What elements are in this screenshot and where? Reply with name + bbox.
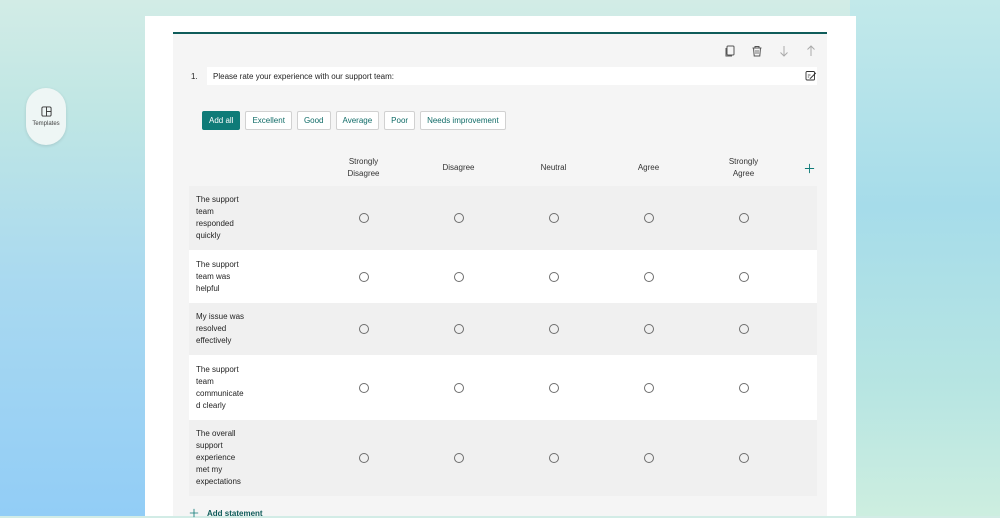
question-text: Please rate your experience with our sup…	[213, 71, 394, 81]
statement-label[interactable]: The support team responded quickly	[189, 194, 316, 242]
table-row: My issue was resolved effectively	[189, 303, 817, 355]
statement-label[interactable]: The overall support experience met my expect…	[189, 428, 316, 488]
radio-option[interactable]	[358, 453, 369, 463]
question-number: 1.	[191, 71, 198, 81]
needs-improvement-chip[interactable]: Needs improvement	[420, 111, 506, 130]
radio-option[interactable]	[643, 382, 654, 393]
add-column-icon[interactable]	[804, 163, 815, 174]
radio-option[interactable]	[738, 271, 749, 282]
templates-icon	[40, 106, 52, 117]
radio-option[interactable]	[548, 324, 559, 334]
copy-button[interactable]	[721, 42, 738, 59]
question-text-input[interactable]: Please rate your experience with our sup…	[207, 67, 817, 85]
radio-option[interactable]	[738, 324, 749, 334]
radio-option[interactable]	[358, 324, 369, 334]
option-chips: Add all Excellent Good Average Poor Need…	[202, 111, 506, 130]
add-statement-button[interactable]: Add statement	[189, 508, 263, 518]
column-disagree[interactable]: Disagree	[411, 162, 506, 174]
radio-option[interactable]	[548, 213, 559, 223]
move-down-button[interactable]	[775, 42, 792, 59]
edit-note-icon[interactable]	[805, 70, 817, 82]
radio-option[interactable]	[453, 271, 464, 282]
move-up-button[interactable]	[802, 42, 819, 59]
radio-option[interactable]	[548, 453, 559, 463]
column-strongly-agree[interactable]: Strongly Agree	[696, 156, 791, 180]
templates-button[interactable]: Templates	[26, 88, 66, 145]
radio-option[interactable]	[453, 382, 464, 393]
radio-option[interactable]	[643, 324, 654, 334]
question-row: 1. Please rate your experience with our …	[187, 67, 817, 85]
delete-icon	[752, 45, 761, 56]
column-strongly-disagree[interactable]: Strongly Disagree	[316, 156, 411, 180]
question-toolbar	[721, 42, 819, 59]
table-row: The overall support experience met my expect…	[189, 420, 817, 496]
statement-label[interactable]: The support team was helpful	[189, 259, 316, 295]
radio-option[interactable]	[643, 453, 654, 463]
add-all-chip[interactable]: Add all	[202, 111, 241, 130]
copy-icon	[725, 45, 734, 56]
radio-option[interactable]	[548, 382, 559, 393]
statement-label[interactable]: My issue was resolved effectively	[189, 311, 316, 347]
column-agree[interactable]: Agree	[601, 162, 696, 174]
radio-option[interactable]	[358, 382, 369, 393]
radio-option[interactable]	[358, 271, 369, 282]
radio-option[interactable]	[643, 271, 654, 282]
radio-option[interactable]	[738, 382, 749, 393]
radio-option[interactable]	[453, 453, 464, 463]
likert-table: Strongly Disagree Disagree Neutral Agree…	[189, 150, 817, 496]
radio-option[interactable]	[643, 213, 654, 223]
plus-icon	[189, 508, 199, 518]
radio-option[interactable]	[548, 271, 559, 282]
statement-label[interactable]: The support team communicate d clearly	[189, 364, 316, 412]
radio-option[interactable]	[358, 213, 369, 223]
background-right	[850, 0, 1000, 516]
poor-chip[interactable]: Poor	[384, 111, 416, 130]
move-down-icon	[779, 45, 788, 57]
table-row: The support team communicate d clearly	[189, 355, 817, 420]
radio-option[interactable]	[738, 453, 749, 463]
table-row: The support team was helpful	[189, 250, 817, 303]
form-card: 1. Please rate your experience with our …	[145, 16, 856, 518]
average-chip[interactable]: Average	[335, 111, 380, 130]
likert-header: Strongly Disagree Disagree Neutral Agree…	[189, 150, 817, 186]
radio-option[interactable]	[453, 324, 464, 334]
table-row: The support team responded quickly	[189, 186, 817, 250]
question-card: 1. Please rate your experience with our …	[173, 34, 827, 518]
good-chip[interactable]: Good	[296, 111, 331, 130]
add-statement-label: Add statement	[207, 508, 263, 518]
column-neutral[interactable]: Neutral	[506, 162, 601, 174]
move-up-icon	[806, 44, 815, 56]
delete-button[interactable]	[748, 42, 765, 59]
excellent-chip[interactable]: Excellent	[245, 111, 292, 130]
templates-label: Templates	[32, 121, 60, 127]
radio-option[interactable]	[738, 213, 749, 223]
radio-option[interactable]	[453, 213, 464, 223]
